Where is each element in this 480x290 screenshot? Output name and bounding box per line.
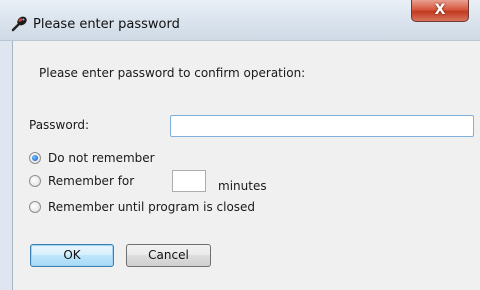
- radio-button-icon[interactable]: [29, 175, 41, 187]
- radio-label: Remember for: [48, 174, 135, 188]
- window-title: Please enter password: [33, 17, 180, 32]
- ok-button[interactable]: OK: [30, 244, 114, 267]
- minutes-field[interactable]: [172, 170, 206, 192]
- radio-label: Remember until program is closed: [48, 200, 256, 214]
- close-icon: X: [434, 2, 446, 18]
- close-button[interactable]: X: [411, 0, 469, 22]
- cancel-button[interactable]: Cancel: [126, 244, 211, 267]
- minutes-label: minutes: [218, 179, 267, 193]
- radio-button-icon[interactable]: [29, 152, 41, 164]
- password-label: Password:: [29, 118, 90, 132]
- dialog-body: Please enter password to confirm operati…: [12, 41, 480, 290]
- key-icon: [10, 15, 28, 33]
- password-field[interactable]: [170, 115, 474, 137]
- radio-button-icon[interactable]: [29, 201, 41, 213]
- title-bar[interactable]: Please enter password X: [0, 0, 480, 41]
- radio-label: Do not remember: [48, 151, 155, 165]
- prompt-text: Please enter password to confirm operati…: [39, 66, 306, 80]
